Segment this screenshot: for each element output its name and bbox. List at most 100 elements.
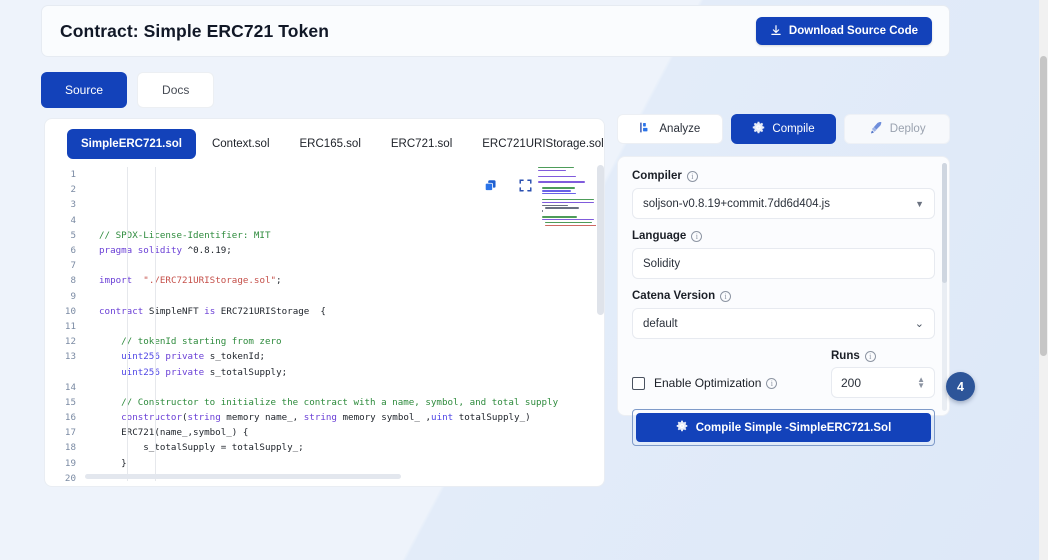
enable-optimization-label: Enable Optimization: [654, 376, 762, 390]
compiler-field: Compiler i soljson-v0.8.19+commit.7dd6d4…: [632, 170, 935, 219]
line-number: 20: [64, 472, 76, 481]
code-line: contract SimpleNFT is ERC721URIStorage {: [99, 305, 326, 317]
tab-analyze-label: Analyze: [659, 123, 701, 135]
file-tab-simpleerc721[interactable]: SimpleERC721.sol: [67, 129, 196, 159]
file-tab-erc165[interactable]: ERC165.sol: [286, 129, 375, 159]
code-line: ERC721(name_,symbol_) {: [121, 427, 249, 439]
tab-compile-label: Compile: [772, 123, 815, 135]
line-number: 5: [70, 229, 76, 241]
code-line: import "./ERC721URIStorage.sol";: [99, 275, 282, 287]
compiler-select[interactable]: soljson-v0.8.19+commit.7dd6d404.js ▼: [632, 188, 935, 219]
line-number: [45, 364, 76, 379]
line-number: 11: [64, 320, 76, 332]
info-icon[interactable]: i: [864, 350, 876, 362]
analyze-chart-icon: [639, 121, 652, 137]
line-number: 10: [64, 305, 76, 317]
compile-panel: Analyze Compile Deploy Compiler i soljso…: [617, 114, 951, 446]
app-shell: Contract: Simple ERC721 Token Download S…: [0, 0, 1039, 560]
file-tab-context[interactable]: Context.sol: [198, 129, 284, 159]
code-vertical-scrollbar[interactable]: [597, 165, 604, 481]
catena-version-label: Catena Version: [632, 290, 716, 302]
tab-source[interactable]: Source: [41, 72, 128, 108]
download-source-code-button[interactable]: Download Source Code: [755, 17, 932, 45]
code-line: uint256 private s_totalSupply;: [121, 366, 288, 378]
tab-compile[interactable]: Compile: [730, 114, 837, 144]
language-field: Language i Solidity: [632, 230, 935, 279]
catena-version-label-row: Catena Version i: [632, 290, 935, 302]
line-number: 15: [64, 396, 76, 408]
file-tab-erc721[interactable]: ERC721.sol: [377, 129, 466, 159]
line-number-gutter: 1234567891011121314151617181920212223: [45, 167, 85, 481]
code-minimap[interactable]: [538, 167, 596, 227]
line-number: 17: [64, 427, 76, 439]
copy-icon[interactable]: [484, 179, 497, 197]
line-number: 13: [64, 351, 76, 363]
download-source-code-label: Download Source Code: [788, 25, 918, 37]
code-line: // tokenId starting from zero: [121, 336, 282, 348]
line-number: 3: [70, 199, 76, 211]
compile-button[interactable]: Compile Simple -SimpleERC721.Sol: [636, 413, 931, 442]
code-line: pragma solidity ^0.8.19;: [99, 245, 232, 256]
tab-deploy-label: Deploy: [889, 123, 926, 135]
runs-label-row: Runs i: [831, 350, 935, 362]
line-number: 12: [64, 336, 76, 348]
code-line: }: [121, 457, 127, 469]
line-number: 7: [70, 260, 76, 272]
compile-settings-panel: Compiler i soljson-v0.8.19+commit.7dd6d4…: [617, 156, 950, 446]
language-label: Language: [632, 230, 687, 242]
code-line: // SPDX-License-Identifier: MIT: [99, 229, 271, 241]
file-tab-strip: SimpleERC721.sol Context.sol ERC165.sol …: [45, 119, 604, 165]
language-input[interactable]: Solidity: [632, 248, 935, 279]
line-number: 19: [64, 457, 76, 469]
tab-docs[interactable]: Docs: [137, 72, 215, 108]
runs-input[interactable]: 200 ▲ ▼: [831, 367, 935, 398]
catena-version-select[interactable]: default ⌄: [632, 308, 935, 339]
line-number: 6: [70, 244, 76, 256]
runs-label: Runs: [831, 350, 860, 362]
rocket-icon: [869, 121, 883, 138]
source-editor-card: SimpleERC721.sol Context.sol ERC165.sol …: [44, 118, 605, 487]
compiler-label: Compiler: [632, 170, 682, 182]
info-icon[interactable]: i: [691, 230, 703, 242]
enable-optimization-control[interactable]: Enable Optimization i: [632, 376, 778, 398]
gear-icon: [676, 420, 688, 435]
enable-optimization-label-row: Enable Optimization i: [654, 376, 778, 390]
code-viewport[interactable]: 1234567891011121314151617181920212223 //…: [45, 165, 604, 481]
code-line: s_totalSupply = totalSupply_;: [143, 442, 304, 454]
tab-deploy[interactable]: Deploy: [844, 114, 951, 144]
expand-icon[interactable]: [519, 179, 532, 197]
info-icon[interactable]: i: [766, 377, 778, 389]
code-content: // SPDX-License-Identifier: MIT pragma so…: [85, 167, 604, 481]
catena-version-field: Catena Version i default ⌄: [632, 290, 935, 339]
file-tab-erc721uristorage[interactable]: ERC721URIStorage.sol: [468, 129, 604, 159]
compile-button-label: Compile Simple -SimpleERC721.Sol: [695, 421, 892, 434]
language-value: Solidity: [643, 257, 681, 270]
line-number: 16: [64, 412, 76, 423]
runs-field: Runs i 200 ▲ ▼: [831, 350, 935, 398]
enable-optimization-checkbox[interactable]: [632, 376, 645, 390]
panel-mode-tabs: Analyze Compile Deploy: [617, 114, 951, 144]
page-scrollbar[interactable]: [1039, 0, 1048, 560]
code-horizontal-scrollbar[interactable]: [85, 474, 594, 479]
optimization-row: Enable Optimization i Runs i 200 ▲ ▼: [632, 350, 935, 398]
runs-value: 200: [841, 375, 862, 390]
caret-down-icon: ▼: [915, 198, 924, 209]
line-number: 14: [64, 381, 76, 393]
gear-icon: [752, 121, 765, 137]
contract-header-card: Contract: Simple ERC721 Token Download S…: [41, 5, 950, 57]
language-label-row: Language i: [632, 230, 935, 242]
compiler-label-row: Compiler i: [632, 170, 935, 182]
panel-scrollbar[interactable]: [942, 163, 947, 411]
code-area: 1234567891011121314151617181920212223 //…: [45, 165, 604, 481]
code-line: // Constructor to initialize the contrac…: [121, 396, 559, 408]
tab-analyze[interactable]: Analyze: [617, 114, 723, 144]
chevron-down-icon: ⌄: [914, 318, 924, 330]
compile-button-highlight: Compile Simple -SimpleERC721.Sol: [632, 409, 935, 446]
info-icon[interactable]: i: [686, 170, 698, 182]
info-icon[interactable]: i: [720, 290, 732, 302]
stepper-icon[interactable]: ▲ ▼: [917, 375, 925, 389]
